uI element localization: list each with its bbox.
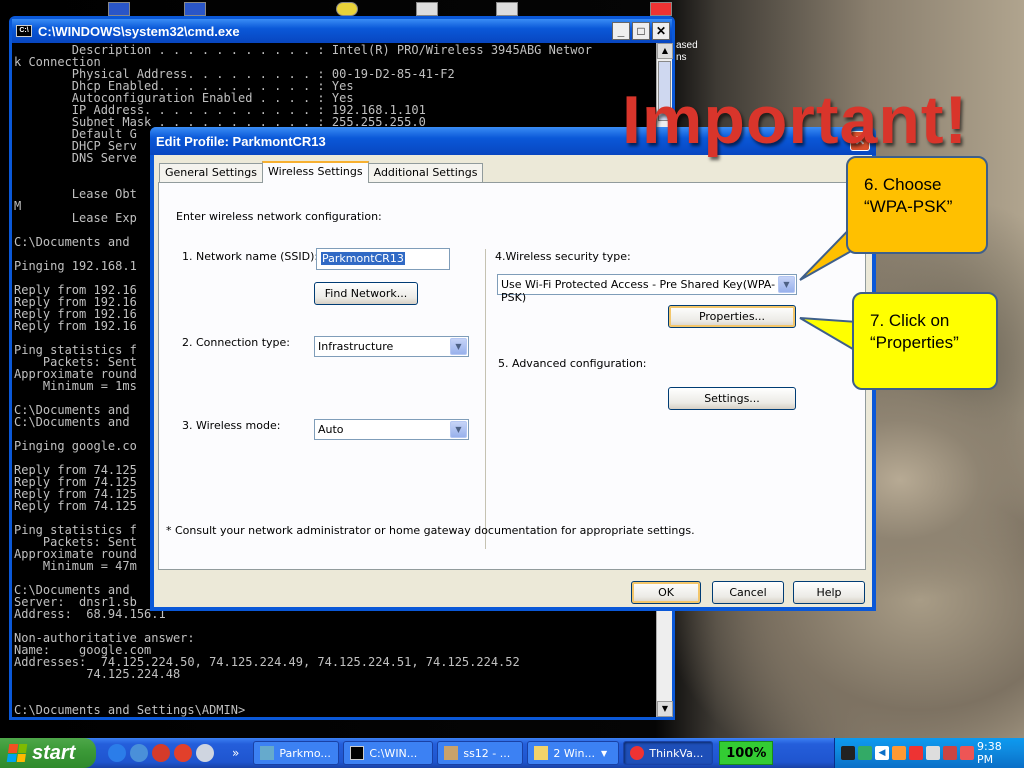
cmd-icon xyxy=(350,746,365,760)
wireless-icon[interactable] xyxy=(926,746,940,760)
cancel-button[interactable]: Cancel xyxy=(712,581,784,604)
network-tray-icon[interactable] xyxy=(858,746,872,760)
desktop-app-icon[interactable] xyxy=(108,2,130,16)
edit-profile-dialog[interactable]: Edit Profile: ParkmontCR13 ✕ General Set… xyxy=(150,127,876,611)
important-banner: Important! xyxy=(622,82,969,158)
network-icon xyxy=(260,746,275,760)
tab-wireless-settings[interactable]: Wireless Settings xyxy=(261,161,369,183)
settings-button[interactable]: Settings... xyxy=(668,387,796,410)
task-thinkvantage[interactable]: ThinkVa... xyxy=(623,741,714,765)
system-tray: ◀ 9:38 PM xyxy=(834,738,1024,768)
ssid-value: ParkmontCR13 xyxy=(321,252,405,265)
wireless-mode-value: Auto xyxy=(318,423,344,436)
console-line: 74.125.224.48 xyxy=(14,667,181,681)
security-type-label: 4.Wireless security type: xyxy=(495,250,631,263)
task-parkmont[interactable]: Parkmo... xyxy=(253,741,340,765)
chevron-down-icon[interactable]: ▼ xyxy=(450,421,467,438)
start-label: start xyxy=(32,741,76,764)
callout7-line2: “Properties” xyxy=(870,333,959,352)
show-more-icon[interactable]: » xyxy=(232,746,239,760)
callout-choose-wpa-psk: 6. Choose “WPA-PSK” xyxy=(846,156,988,254)
thinkvantage-icon xyxy=(630,746,645,760)
windows-flag-icon xyxy=(6,744,28,762)
dialog-body: General Settings Wireless Settings Addit… xyxy=(154,155,872,607)
connection-type-value: Infrastructure xyxy=(318,340,394,353)
paint-icon xyxy=(444,746,459,760)
intro-label: Enter wireless network configuration: xyxy=(176,210,382,223)
task-cmd[interactable]: C:\WIN... xyxy=(343,741,434,765)
dialog-title: Edit Profile: ParkmontCR13 xyxy=(156,133,326,149)
tab-strip: General Settings Wireless Settings Addit… xyxy=(159,161,484,183)
scroll-down-icon[interactable]: ▼ xyxy=(657,701,673,717)
callout-click-properties: 7. Click on “Properties” xyxy=(852,292,998,390)
find-network-button[interactable]: Find Network... xyxy=(314,282,418,305)
panel-divider xyxy=(485,249,486,549)
tray-app-icon[interactable] xyxy=(892,746,906,760)
security-type-select[interactable]: Use Wi-Fi Protected Access - Pre Shared … xyxy=(497,274,797,304)
scroll-up-icon[interactable]: ▲ xyxy=(657,43,673,59)
desktop-document-icon[interactable] xyxy=(416,2,438,16)
ssid-input[interactable]: ParkmontCR13 xyxy=(316,248,450,270)
desktop-document-icon[interactable] xyxy=(496,2,518,16)
maximize-button[interactable]: □ xyxy=(632,22,650,40)
media-icon[interactable] xyxy=(196,744,214,762)
tab-general-settings[interactable]: General Settings xyxy=(159,163,263,183)
wireless-settings-panel: Enter wireless network configuration: 1.… xyxy=(158,182,866,570)
connection-type-select[interactable]: Infrastructure ▼ xyxy=(314,336,469,357)
clock[interactable]: 9:38 PM xyxy=(977,740,1014,766)
power-icon[interactable] xyxy=(841,746,855,760)
zoom-level[interactable]: 100% xyxy=(719,741,774,765)
help-button[interactable]: Help xyxy=(793,581,865,604)
desktop-icon-label: ased xyxy=(676,40,698,51)
tab-additional-settings[interactable]: Additional Settings xyxy=(367,163,484,183)
chevron-left-icon[interactable]: ◀ xyxy=(875,746,889,760)
cmd-title: C:\WINDOWS\system32\cmd.exe xyxy=(38,23,240,39)
console-line: C:\Documents and Settings\ADMIN> xyxy=(14,703,246,717)
browser-icon[interactable] xyxy=(130,744,148,762)
desktop-app-icon[interactable] xyxy=(650,2,672,16)
app-icon[interactable] xyxy=(174,744,192,762)
taskbar: start » Parkmo... C:\WIN... ss12 - ... 2… xyxy=(0,738,1024,768)
app-icon[interactable] xyxy=(152,744,170,762)
shield-icon[interactable] xyxy=(960,746,974,760)
console-line: Description . . . . . . . . . . . : Inte… xyxy=(14,43,592,57)
footnote: * Consult your network administrator or … xyxy=(166,524,695,537)
tray-app-icon[interactable] xyxy=(909,746,923,760)
tray-app-icon[interactable] xyxy=(943,746,957,760)
chevron-down-icon[interactable]: ▼ xyxy=(778,276,795,293)
wireless-mode-label: 3. Wireless mode: xyxy=(182,419,281,432)
desktop-icon-label: ns xyxy=(676,52,687,63)
properties-button[interactable]: Properties... xyxy=(668,305,796,328)
task-ss12[interactable]: ss12 - ... xyxy=(437,741,524,765)
connection-type-label: 2. Connection type: xyxy=(182,336,291,349)
desktop-app-icon[interactable] xyxy=(184,2,206,16)
callout6-line1: 6. Choose xyxy=(864,175,942,194)
start-button[interactable]: start xyxy=(0,738,96,768)
ie-icon[interactable] xyxy=(108,744,126,762)
callout7-line1: 7. Click on xyxy=(870,311,950,330)
cmd-titlebar[interactable]: C:\ C:\WINDOWS\system32\cmd.exe _ □ ✕ xyxy=(12,19,672,43)
ssid-label: 1. Network name (SSID): xyxy=(182,250,319,263)
desktop-smiley-icon[interactable] xyxy=(336,2,358,16)
folder-icon xyxy=(534,746,549,760)
cmd-icon: C:\ xyxy=(16,25,32,37)
task-windows-group[interactable]: 2 Win... ▼ xyxy=(527,741,620,765)
security-type-value: Use Wi-Fi Protected Access - Pre Shared … xyxy=(501,278,776,304)
ok-button[interactable]: OK xyxy=(631,581,701,604)
callout6-line2: “WPA-PSK” xyxy=(864,197,953,216)
advanced-config-label: 5. Advanced configuration: xyxy=(498,357,647,370)
chevron-down-icon: ▼ xyxy=(601,748,608,758)
close-button[interactable]: ✕ xyxy=(652,22,670,40)
chevron-down-icon[interactable]: ▼ xyxy=(450,338,467,355)
wireless-mode-select[interactable]: Auto ▼ xyxy=(314,419,469,440)
minimize-button[interactable]: _ xyxy=(612,22,630,40)
